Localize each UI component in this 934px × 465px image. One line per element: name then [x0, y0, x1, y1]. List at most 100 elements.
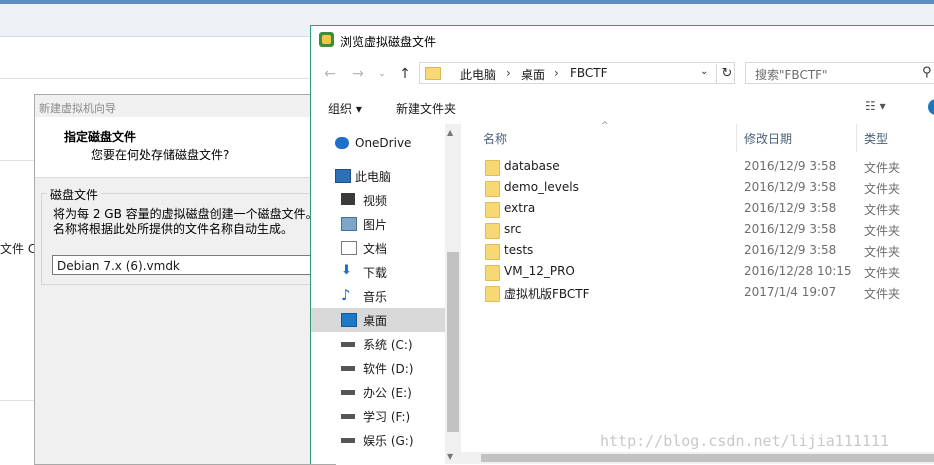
computer-icon: [335, 169, 351, 183]
vmware-app-icon: [319, 32, 334, 47]
description-line: 将为每 2 GB 容量的虚拟磁盘创建一个磁盘文件。: [53, 207, 318, 221]
address-bar[interactable]: 此电脑 › 桌面 › FBCTF ⌄ ↻: [419, 62, 735, 84]
column-header-date[interactable]: 修改日期: [744, 130, 792, 147]
horizontal-scrollbar-thumb[interactable]: [481, 454, 934, 462]
breadcrumb-this-pc[interactable]: 此电脑: [460, 66, 496, 83]
file-name: demo_levels: [504, 180, 579, 194]
folder-icon: [425, 67, 441, 80]
file-date: 2016/12/9 3:58: [744, 222, 837, 236]
file-row[interactable]: VM_12_PRO 2016/12/28 10:15 文件夹: [483, 262, 934, 283]
desktop-icon: [341, 313, 357, 327]
browse-disk-file-dialog: 浏览虚拟磁盘文件 ← → ⌄ ↑ 此电脑 › 桌面 › FBCTF ⌄ ↻ 搜索…: [310, 25, 934, 464]
breadcrumb-chevron-icon[interactable]: ›: [506, 66, 511, 80]
nav-item[interactable]: 办公 (E:): [311, 380, 445, 404]
nav-item[interactable]: 文档: [311, 236, 445, 260]
search-icon[interactable]: ⚲: [922, 65, 932, 80]
music-icon: ♪: [341, 286, 351, 304]
view-options-icon[interactable]: ☷ ▾: [865, 99, 886, 113]
sort-ascending-icon: ^: [601, 121, 609, 131]
file-row[interactable]: extra 2016/12/9 3:58 文件夹: [483, 199, 934, 220]
nav-item-label: 软件 (D:): [363, 362, 414, 376]
background-divider: [0, 78, 320, 79]
description-line: 名称将根据此处所提供的文件名称自动生成。: [53, 222, 294, 236]
forward-arrow-icon[interactable]: →: [349, 65, 367, 83]
nav-item[interactable]: ♪ 音乐: [311, 284, 445, 308]
file-date: 2017/1/4 19:07: [744, 285, 837, 299]
organize-button[interactable]: 组织 ▾: [328, 100, 362, 117]
watermark: http://blog.csdn.net/lijia111111: [600, 432, 889, 450]
wizard-header: 指定磁盘文件 您要在何处存储磁盘文件?: [35, 117, 335, 178]
nav-item[interactable]: 此电脑: [311, 164, 445, 188]
recent-locations-chevron-icon[interactable]: ⌄: [373, 65, 391, 83]
file-date: 2016/12/9 3:58: [744, 243, 837, 257]
nav-item-label: 下载: [363, 266, 388, 280]
file-date: 2016/12/9 3:58: [744, 180, 837, 194]
nav-item[interactable]: 娱乐 (G:): [311, 428, 445, 452]
nav-item-label: 桌面: [363, 314, 388, 328]
file-name: 虚拟机版FBCTF: [504, 287, 590, 301]
address-dropdown-chevron-icon[interactable]: ⌄: [700, 66, 708, 77]
folder-icon: [485, 244, 500, 260]
drive-icon: [341, 414, 355, 419]
navigation-bar: ← → ⌄ ↑ 此电脑 › 桌面 › FBCTF ⌄ ↻ 搜索"FBCTF" ⚲: [311, 56, 934, 92]
refresh-icon[interactable]: ↻: [716, 64, 737, 84]
nav-item-label: 系统 (C:): [363, 338, 413, 352]
nav-item-label: 娱乐 (G:): [363, 434, 414, 448]
nav-item[interactable]: 桌面: [311, 308, 445, 332]
dialog-titlebar[interactable]: 浏览虚拟磁盘文件: [311, 26, 934, 56]
help-icon[interactable]: [928, 99, 934, 115]
file-type: 文件夹: [864, 266, 901, 280]
file-type: 文件夹: [864, 161, 901, 175]
search-placeholder: 搜索"FBCTF": [755, 68, 828, 82]
nav-pane-scrollbar-thumb[interactable]: [447, 252, 459, 432]
column-header-name[interactable]: 名称: [483, 130, 507, 147]
scroll-up-arrow-icon[interactable]: ▲: [447, 128, 453, 137]
nav-item-label: 此电脑: [355, 170, 392, 184]
new-folder-button[interactable]: 新建文件夹: [396, 100, 456, 117]
file-date: 2016/12/9 3:58: [744, 159, 837, 173]
nav-item[interactable]: 软件 (D:): [311, 356, 445, 380]
file-row[interactable]: tests 2016/12/9 3:58 文件夹: [483, 241, 934, 262]
scroll-down-arrow-icon[interactable]: ▼: [447, 452, 453, 461]
file-name: database: [504, 159, 560, 173]
up-arrow-icon[interactable]: ↑: [396, 65, 414, 83]
search-box[interactable]: 搜索"FBCTF" ⚲: [745, 62, 934, 84]
nav-item[interactable]: OneDrive: [311, 132, 445, 156]
column-divider[interactable]: [856, 124, 857, 152]
drive-icon: [341, 390, 355, 395]
back-arrow-icon[interactable]: ←: [321, 65, 339, 83]
nav-item-label: 办公 (E:): [363, 386, 412, 400]
disk-file-input[interactable]: Debian 7.x (6).vmdk: [52, 255, 332, 275]
breadcrumb-chevron-icon[interactable]: ›: [554, 66, 559, 80]
folder-icon: [485, 181, 500, 197]
file-row[interactable]: database 2016/12/9 3:58 文件夹: [483, 157, 934, 178]
folder-icon: [485, 223, 500, 239]
nav-item[interactable]: ⬇ 下载: [311, 260, 445, 284]
breadcrumb-fbctf[interactable]: FBCTF: [570, 66, 608, 80]
drive-icon: [341, 438, 355, 443]
breadcrumb-desktop[interactable]: 桌面: [521, 66, 545, 83]
file-list: ^ 名称 修改日期 类型 database 2016/12/9 3:58 文件夹 de…: [461, 121, 934, 464]
nav-item[interactable]: 学习 (F:): [311, 404, 445, 428]
folder-icon: [485, 160, 500, 176]
disk-file-description: 将为每 2 GB 容量的虚拟磁盘创建一个磁盘文件。 名称将根据此处所提供的文件名…: [53, 207, 343, 237]
wizard-heading: 指定磁盘文件: [64, 130, 137, 144]
nav-item[interactable]: 图片: [311, 212, 445, 236]
download-icon: ⬇: [341, 263, 352, 278]
nav-item[interactable]: 系统 (C:): [311, 332, 445, 356]
file-row[interactable]: src 2016/12/9 3:58 文件夹: [483, 220, 934, 241]
column-header-type[interactable]: 类型: [864, 130, 888, 147]
disk-file-group-label: 磁盘文件: [47, 186, 102, 203]
nav-item-label: 图片: [363, 218, 388, 232]
nav-item[interactable]: 视频: [311, 188, 445, 212]
file-row[interactable]: 虚拟机版FBCTF 2017/1/4 19:07 文件夹: [483, 283, 934, 304]
file-type: 文件夹: [864, 245, 901, 259]
nav-item-label: OneDrive: [355, 136, 412, 150]
file-type: 文件夹: [864, 224, 901, 238]
document-icon: [341, 241, 357, 255]
column-divider[interactable]: [736, 124, 737, 152]
file-name: VM_12_PRO: [504, 264, 575, 278]
file-name: src: [504, 222, 522, 236]
file-row[interactable]: demo_levels 2016/12/9 3:58 文件夹: [483, 178, 934, 199]
file-type: 文件夹: [864, 203, 901, 217]
